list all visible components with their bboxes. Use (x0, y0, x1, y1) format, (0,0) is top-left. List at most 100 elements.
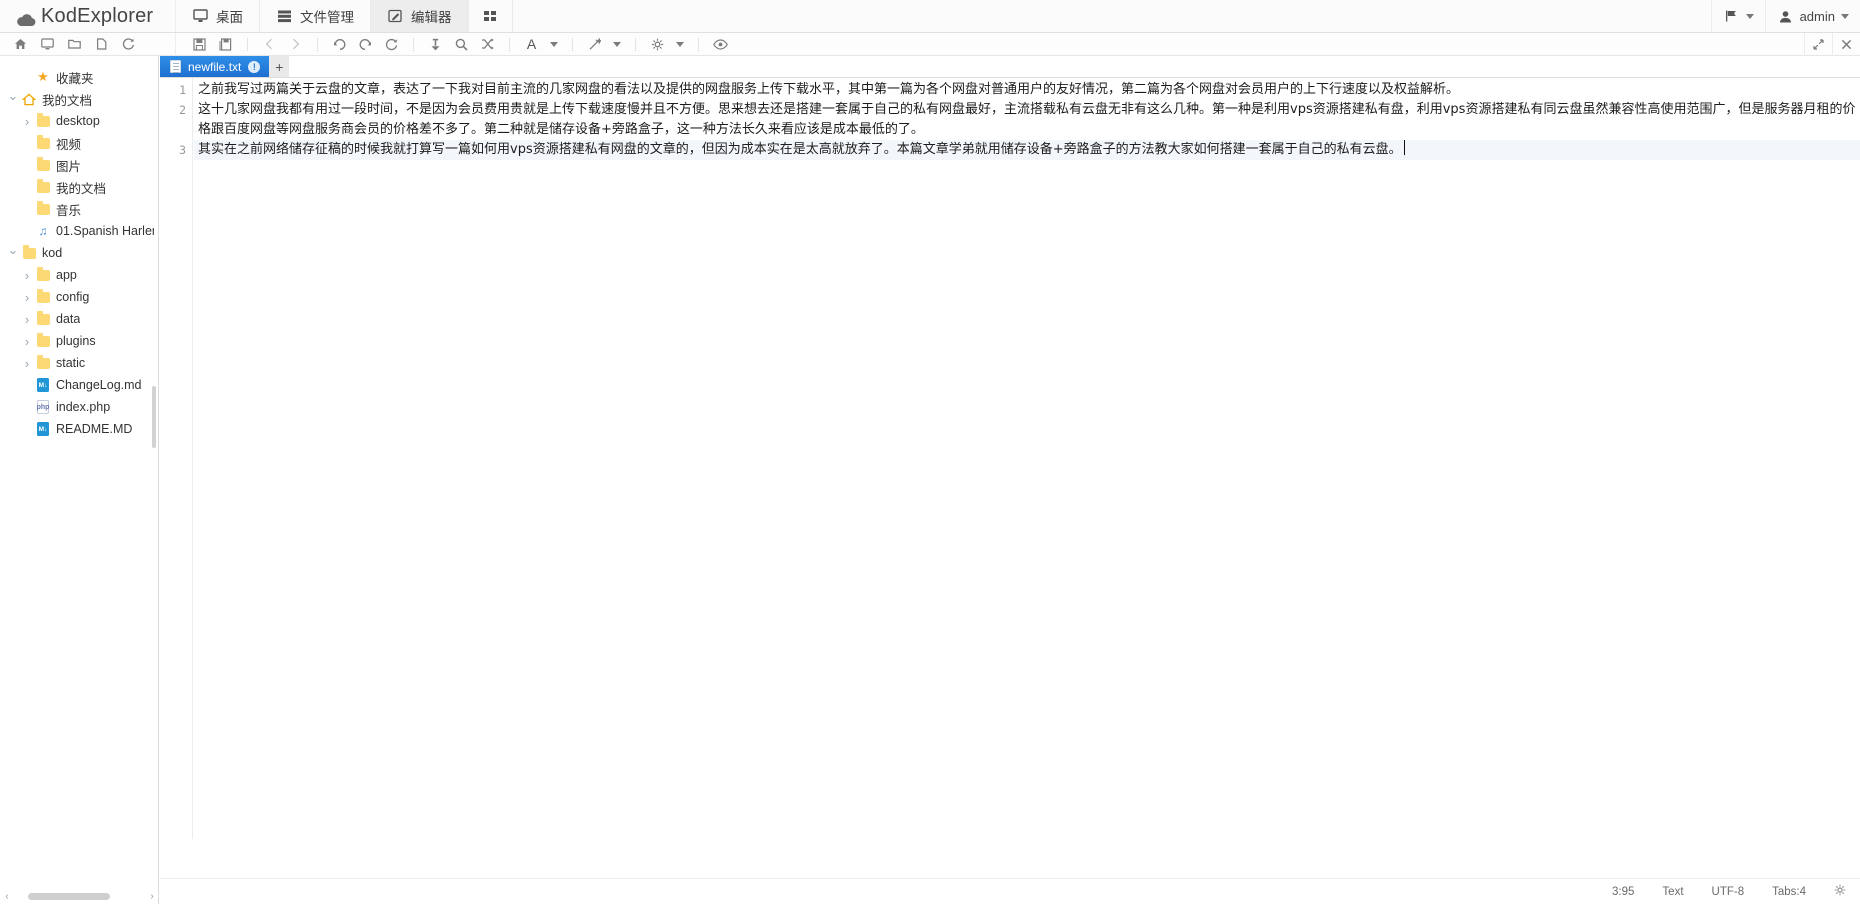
chevron-down-icon[interactable] (6, 245, 20, 261)
new-tab-button[interactable]: + (269, 56, 290, 77)
grid-apps-icon (482, 8, 499, 25)
folder-icon (36, 135, 50, 149)
settings-gear-icon[interactable] (650, 37, 665, 52)
scroll-left-arrow-icon[interactable]: ‹ (0, 891, 14, 902)
music-note-icon: ♫ (38, 224, 48, 238)
tree-item-config[interactable]: config (0, 286, 158, 308)
tree-item-label: 图片 (56, 159, 82, 174)
code-editor[interactable]: 1 2 3 之前我写过两篇关于云盘的文章，表达了一下我对目前主流的几家网盘的看法以及… (160, 78, 1860, 839)
cursor-position[interactable]: 3:95 (1598, 886, 1648, 898)
tree-item-desktop[interactable]: desktop (0, 110, 158, 132)
tree-item-data[interactable]: data (0, 308, 158, 330)
desktop-icon[interactable] (40, 37, 55, 52)
eye-preview-icon[interactable] (713, 37, 728, 52)
nav-tab-editor-label: 编辑器 (411, 10, 452, 25)
tree-item-label: static (56, 356, 86, 370)
editor-tab-newfile[interactable]: newfile.txt ! (160, 56, 270, 77)
chevron-right-icon[interactable] (20, 290, 34, 305)
scroll-track[interactable] (14, 892, 145, 900)
markdown-file-icon: M↓ (37, 422, 49, 436)
tree-item-[interactable]: ★ 收藏夹 (0, 66, 158, 88)
unsaved-changes-badge: ! (248, 60, 261, 73)
file-tree-sidebar[interactable]: ★收藏夹我的文档desktop视频图片我的文档音乐♫01.Spanish Har… (0, 56, 159, 904)
tree-item-index-php[interactable]: php index.php (0, 396, 158, 418)
font-icon[interactable]: A (524, 36, 539, 52)
chevron-right-icon[interactable] (20, 114, 34, 129)
tree-item-changelog-md[interactable]: M↓ ChangeLog.md (0, 374, 158, 396)
markdown-file-icon: M↓ (37, 378, 49, 392)
folder-icon[interactable] (67, 37, 82, 52)
save-as-icon[interactable] (218, 37, 233, 52)
nav-tab-desktop[interactable]: 桌面 (176, 0, 260, 32)
file-type[interactable]: Text (1648, 886, 1697, 898)
tree-item-[interactable]: 我的文档 (0, 176, 158, 198)
chevron-right-icon[interactable] (20, 312, 34, 327)
tree-item-label: config (56, 290, 90, 304)
user-icon (1777, 8, 1794, 25)
chevron-down-icon[interactable] (550, 41, 558, 47)
tree-item-kod[interactable]: kod (0, 242, 158, 264)
reload-icon[interactable] (384, 37, 399, 52)
refresh-icon[interactable] (121, 37, 136, 52)
chevron-down-icon (1745, 13, 1754, 19)
tree-item-label: 视频 (56, 137, 82, 152)
chevron-down-icon[interactable] (613, 41, 621, 47)
tree-item-static[interactable]: static (0, 352, 158, 374)
save-icon[interactable] (192, 37, 207, 52)
file-tree: ★收藏夹我的文档desktop视频图片我的文档音乐♫01.Spanish Har… (0, 56, 158, 440)
tree-item-plugins[interactable]: plugins (0, 330, 158, 352)
chevron-right-icon[interactable] (20, 334, 34, 349)
file-icon[interactable] (94, 37, 109, 52)
tree-item-[interactable]: 我的文档 (0, 88, 158, 110)
scroll-right-arrow-icon[interactable]: › (145, 891, 158, 902)
chevron-down-icon[interactable] (6, 91, 20, 107)
editor-line[interactable]: 之前我写过两篇关于云盘的文章，表达了一下我对目前主流的几家网盘的看法以及提供的网… (194, 80, 1860, 100)
search-icon[interactable] (454, 37, 469, 52)
home-icon[interactable] (13, 37, 28, 52)
nav-tab-apps[interactable] (469, 0, 513, 32)
expand-icon[interactable] (1804, 32, 1832, 56)
language-flag-menu[interactable] (1710, 0, 1765, 32)
editor-line-text: 之前我写过两篇关于云盘的文章，表达了一下我对目前主流的几家网盘的看法以及提供的网… (198, 82, 1460, 97)
user-menu[interactable]: admin (1764, 0, 1860, 32)
chevron-down-icon[interactable] (676, 41, 684, 47)
nav-tab-file-manager-label: 文件管理 (300, 10, 354, 25)
close-icon[interactable] (1832, 32, 1860, 56)
folder-icon (36, 179, 50, 193)
tab-size[interactable]: Tabs:4 (1758, 886, 1820, 898)
redo-icon[interactable] (358, 37, 373, 52)
tree-item-readme-md[interactable]: M↓ README.MD (0, 418, 158, 440)
tree-item-[interactable]: 音乐 (0, 198, 158, 220)
gear-icon[interactable] (1820, 884, 1860, 899)
text-cursor (1403, 140, 1405, 155)
scroll-thumb[interactable] (28, 892, 110, 900)
app-logo[interactable]: KodExplorer (0, 0, 176, 32)
chevron-right-icon[interactable] (20, 356, 34, 371)
forward-arrow-icon[interactable] (288, 37, 303, 52)
cloud-icon (16, 10, 36, 26)
tree-item-app[interactable]: app (0, 264, 158, 286)
sidebar-vertical-scrollbar[interactable] (152, 386, 156, 448)
editor-text-area[interactable]: 之前我写过两篇关于云盘的文章，表达了一下我对目前主流的几家网盘的看法以及提供的网… (194, 78, 1860, 839)
shuffle-icon[interactable] (480, 37, 495, 52)
back-arrow-icon[interactable] (262, 37, 277, 52)
editor-line[interactable]: 其实在之前网络储存征稿的时候我就打算写一篇如何用vps资源搭建私有网盘的文章的，… (194, 140, 1860, 160)
nav-tab-file-manager[interactable]: 文件管理 (260, 0, 371, 32)
undo-icon[interactable] (332, 37, 347, 52)
wand-icon[interactable] (587, 37, 602, 52)
toolbar-separator (509, 37, 510, 51)
pin-icon[interactable] (428, 37, 443, 52)
nav-tab-desktop-label: 桌面 (216, 10, 243, 25)
tree-item-[interactable]: 视频 (0, 132, 158, 154)
tree-item-label: README.MD (56, 422, 133, 436)
folder-icon (36, 355, 50, 369)
chevron-right-icon[interactable] (20, 268, 34, 283)
tree-item-01-spanish-harlem-ch[interactable]: ♫ 01.Spanish Harlem_Ch (0, 220, 158, 242)
sidebar-horizontal-scrollbar[interactable]: ‹ › (0, 888, 158, 904)
tree-item-[interactable]: 图片 (0, 154, 158, 176)
tree-item-label: 音乐 (56, 203, 82, 218)
nav-tab-editor[interactable]: 编辑器 (371, 0, 469, 32)
encoding[interactable]: UTF-8 (1698, 886, 1759, 898)
editor-line[interactable]: 这十几家网盘我都有用过一段时间，不是因为会员费用贵就是上传下载速度慢并且不方便。… (194, 100, 1860, 140)
editor-tab-label: newfile.txt (188, 59, 242, 74)
